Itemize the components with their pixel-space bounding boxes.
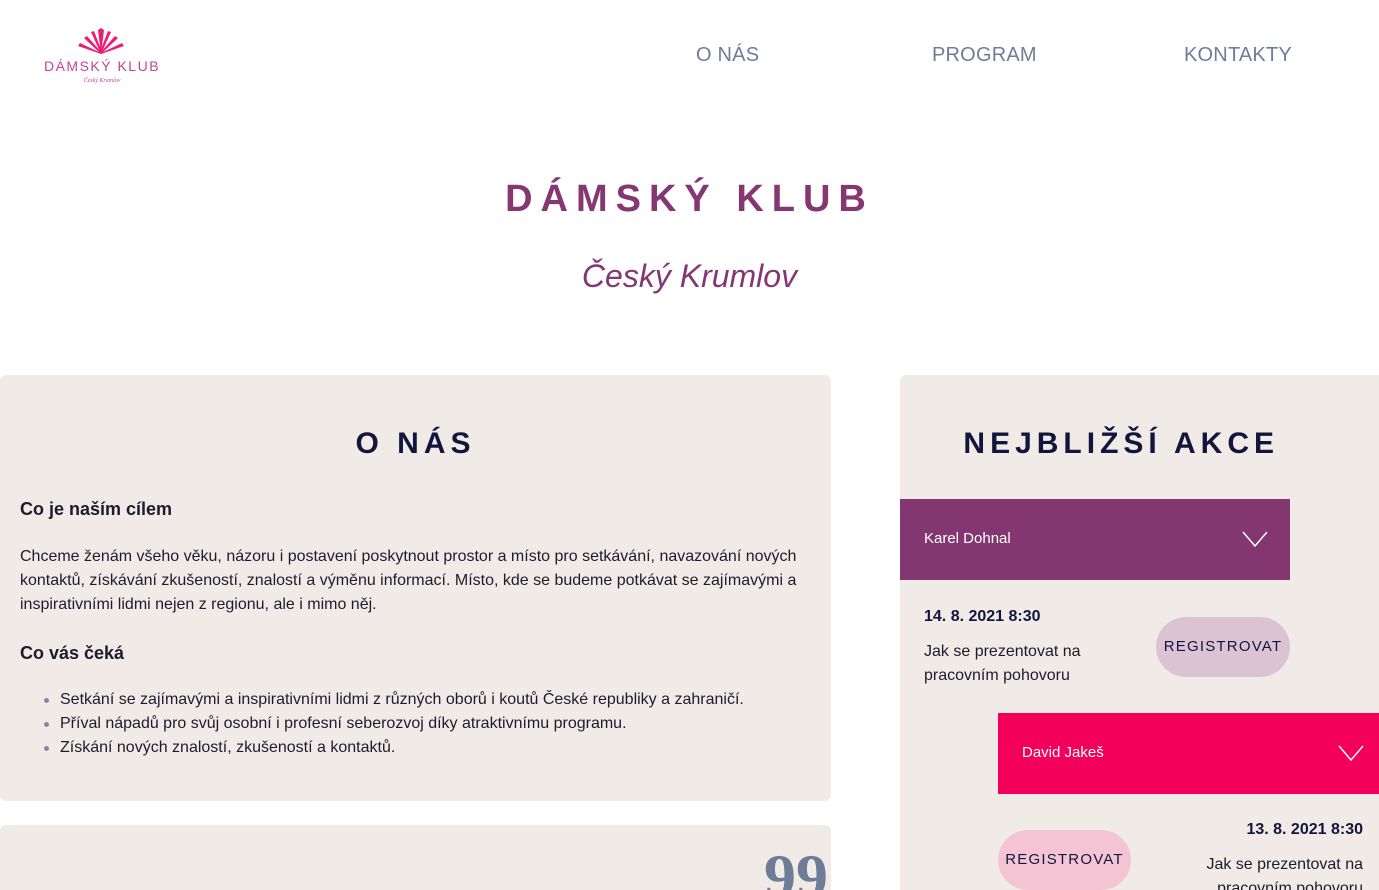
logo-text: DÁMSKÝ KLUB	[43, 58, 161, 74]
lotus-logo-icon	[78, 28, 124, 54]
list-item: Získání nových znalostí, zkušeností a ko…	[44, 736, 820, 760]
expect-list: Setkání se zajímavými a inspirativními l…	[44, 688, 820, 760]
event-date: 14. 8. 2021 8:30	[924, 608, 1041, 625]
event-accordion-karel-dohnal[interactable]: Karel Dohnal	[900, 499, 1290, 580]
site-header: DÁMSKÝ KLUB Český Krumlov O NÁS PROGRAM …	[0, 0, 1379, 110]
nav-item-kontakty[interactable]: KONTAKTY	[1184, 44, 1292, 67]
event-date: 13. 8. 2021 8:30	[1246, 821, 1363, 838]
goal-heading: Co je naším cílem	[20, 499, 173, 519]
event-accordion-david-jakes[interactable]: David Jakeš	[998, 713, 1379, 794]
quote-section: 99	[0, 825, 831, 890]
nav-item-program[interactable]: PROGRAM	[932, 44, 1037, 67]
chevron-down-icon	[1338, 745, 1364, 761]
about-section: O NÁS Co je naším cílem Chceme ženám vše…	[0, 375, 831, 801]
register-button[interactable]: REGISTROVAT	[1156, 617, 1290, 677]
event-description: Jak se prezentovat na pracovním pohovoru	[1206, 856, 1363, 890]
register-button[interactable]: REGISTROVAT	[998, 830, 1131, 890]
events-section: NEJBLIŽŠÍ AKCE Karel Dohnal 14. 8. 2021 …	[900, 375, 1379, 890]
logo-subtitle: Český Krumlov	[83, 78, 121, 84]
expect-heading: Co vás čeká	[20, 643, 125, 663]
hero-title: DÁMSKÝ KLUB	[505, 178, 874, 220]
event-speaker-name: David Jakeš	[1022, 744, 1104, 761]
events-heading: NEJBLIŽŠÍ AKCE	[963, 427, 1279, 460]
nav-item-o-nas[interactable]: O NÁS	[696, 44, 759, 67]
quote-icon: 99	[764, 841, 828, 890]
about-heading: O NÁS	[355, 427, 476, 460]
hero-subtitle: Český Krumlov	[581, 258, 798, 294]
chevron-down-icon	[1242, 531, 1268, 547]
list-item: Setkání se zajímavými a inspirativními l…	[44, 688, 820, 712]
event-description: Jak se prezentovat na pracovním pohovoru	[924, 643, 1081, 684]
logo[interactable]: DÁMSKÝ KLUB Český Krumlov	[40, 26, 164, 92]
goal-text: Chceme ženám všeho věku, názoru i postav…	[20, 548, 797, 613]
list-item: Příval nápadů pro svůj osobní i profesní…	[44, 712, 820, 736]
event-speaker-name: Karel Dohnal	[924, 530, 1011, 547]
